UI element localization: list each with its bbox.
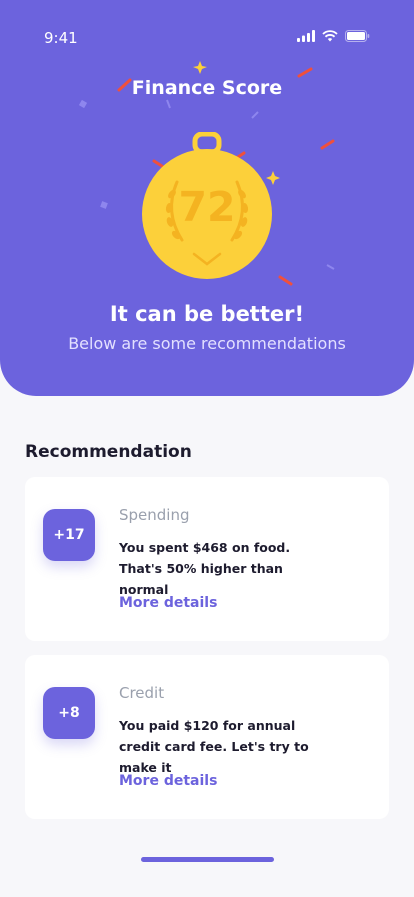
more-details-link[interactable]: More details <box>119 595 217 611</box>
recommendation-card-credit[interactable]: +8 Credit You paid $120 for annual credi… <box>25 655 389 819</box>
score-badge: +8 <box>43 687 95 739</box>
card-category: Credit <box>119 684 165 702</box>
section-title: Recommendation <box>25 442 192 462</box>
score-value: 72 <box>178 183 236 231</box>
score-headline: It can be better! <box>109 302 305 326</box>
card-description: You paid $120 for annual credit card fee… <box>119 718 309 775</box>
score-badge: +17 <box>43 509 95 561</box>
score-subline: Below are some recommendations <box>68 334 346 353</box>
card-description: You spent $468 on food. That's 50% highe… <box>119 540 291 597</box>
score-header: 9:41 Finance Score 72 It can be better! … <box>0 0 414 396</box>
card-category: Spending <box>119 506 190 524</box>
more-details-link[interactable]: More details <box>119 773 217 789</box>
home-indicator[interactable] <box>141 857 274 862</box>
recommendation-card-spending[interactable]: +17 Spending You spent $468 on food. Tha… <box>25 477 389 641</box>
